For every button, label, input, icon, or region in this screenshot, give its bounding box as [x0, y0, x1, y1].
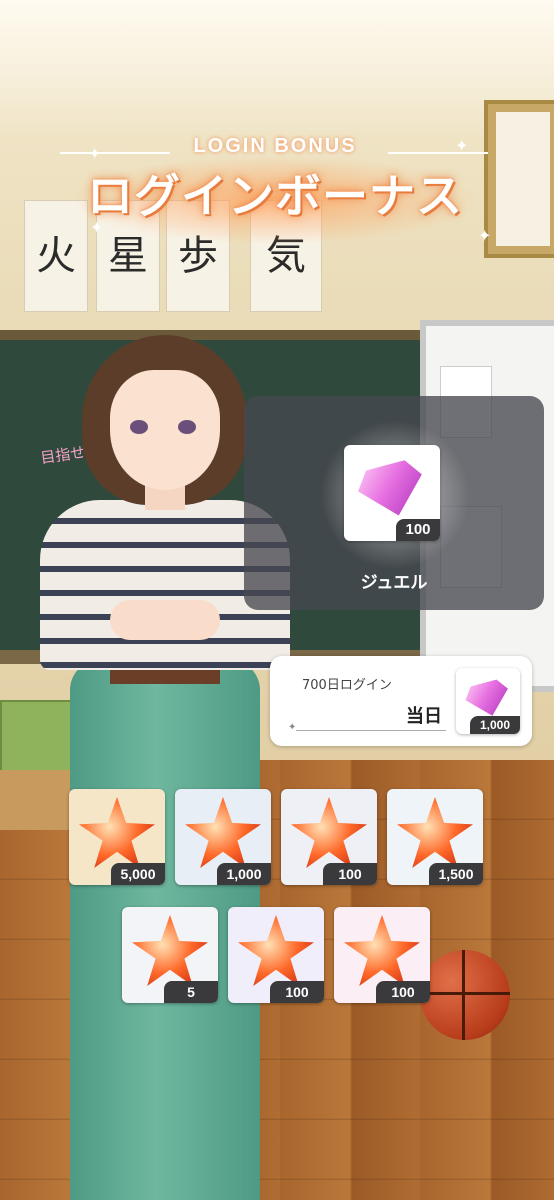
character-eye — [178, 420, 196, 434]
login-day-reward-card: 1,000 — [456, 668, 520, 734]
login-day-value: 当日 — [406, 706, 442, 727]
reward-quantity: 100 — [323, 863, 377, 885]
reward-quantity: 100 — [396, 519, 440, 541]
reward-card: 100 — [334, 907, 430, 1003]
login-day-panel: 700日ログイン 当日 ✦ 1,000 — [270, 656, 532, 746]
login-day-label: 700日ログイン — [302, 678, 392, 693]
character-eye — [130, 420, 148, 434]
sparkle-icon: ✦ — [90, 218, 104, 237]
reward-quantity: 1,000 — [470, 716, 520, 734]
reward-card: 1,500 — [387, 789, 483, 885]
title-deco-line — [60, 152, 170, 154]
star-card-icon — [132, 915, 208, 987]
sparkle-icon: ✦ — [88, 144, 102, 163]
reward-quantity: 1,500 — [429, 863, 483, 885]
character-hands — [110, 600, 220, 640]
sparkle-icon: ✦ — [478, 226, 492, 245]
jewel-icon — [462, 677, 513, 721]
star-crystal-blue-icon — [185, 797, 261, 869]
reward-card: 100 — [228, 907, 324, 1003]
reward-quantity: 1,000 — [217, 863, 271, 885]
reward-quantity: 100 — [270, 981, 324, 1003]
reward-card: 100 — [281, 789, 377, 885]
divider — [296, 730, 446, 731]
jewel-icon — [353, 457, 430, 524]
sparkle-icon: ✦ — [288, 722, 297, 733]
reward-card: 5 — [122, 907, 218, 1003]
login-bonus-japanese: ログインボーナス — [87, 169, 463, 223]
featured-reward-card: 100 — [344, 445, 440, 541]
ceiling-light — [0, 0, 554, 140]
star-book-icon — [291, 797, 367, 869]
sparkle-icon: ✦ — [455, 136, 469, 155]
cardboard-box — [0, 770, 80, 830]
star-book-purple-icon — [238, 915, 314, 987]
star-pink-icon — [344, 915, 420, 987]
basketball — [420, 950, 510, 1040]
star-coin-icon — [79, 797, 155, 869]
star-crystal-rainbow-icon — [397, 797, 473, 869]
reward-quantity: 5 — [164, 981, 218, 1003]
reward-quantity: 5,000 — [111, 863, 165, 885]
character-face — [110, 370, 220, 490]
login-bonus-english: LOGIN BONUS — [193, 135, 357, 157]
reward-quantity: 100 — [376, 981, 430, 1003]
reward-card: 5,000 — [69, 789, 165, 885]
reward-card: 1,000 — [175, 789, 271, 885]
reward-name: ジュエル — [360, 573, 428, 593]
title-deco-line — [388, 152, 488, 154]
